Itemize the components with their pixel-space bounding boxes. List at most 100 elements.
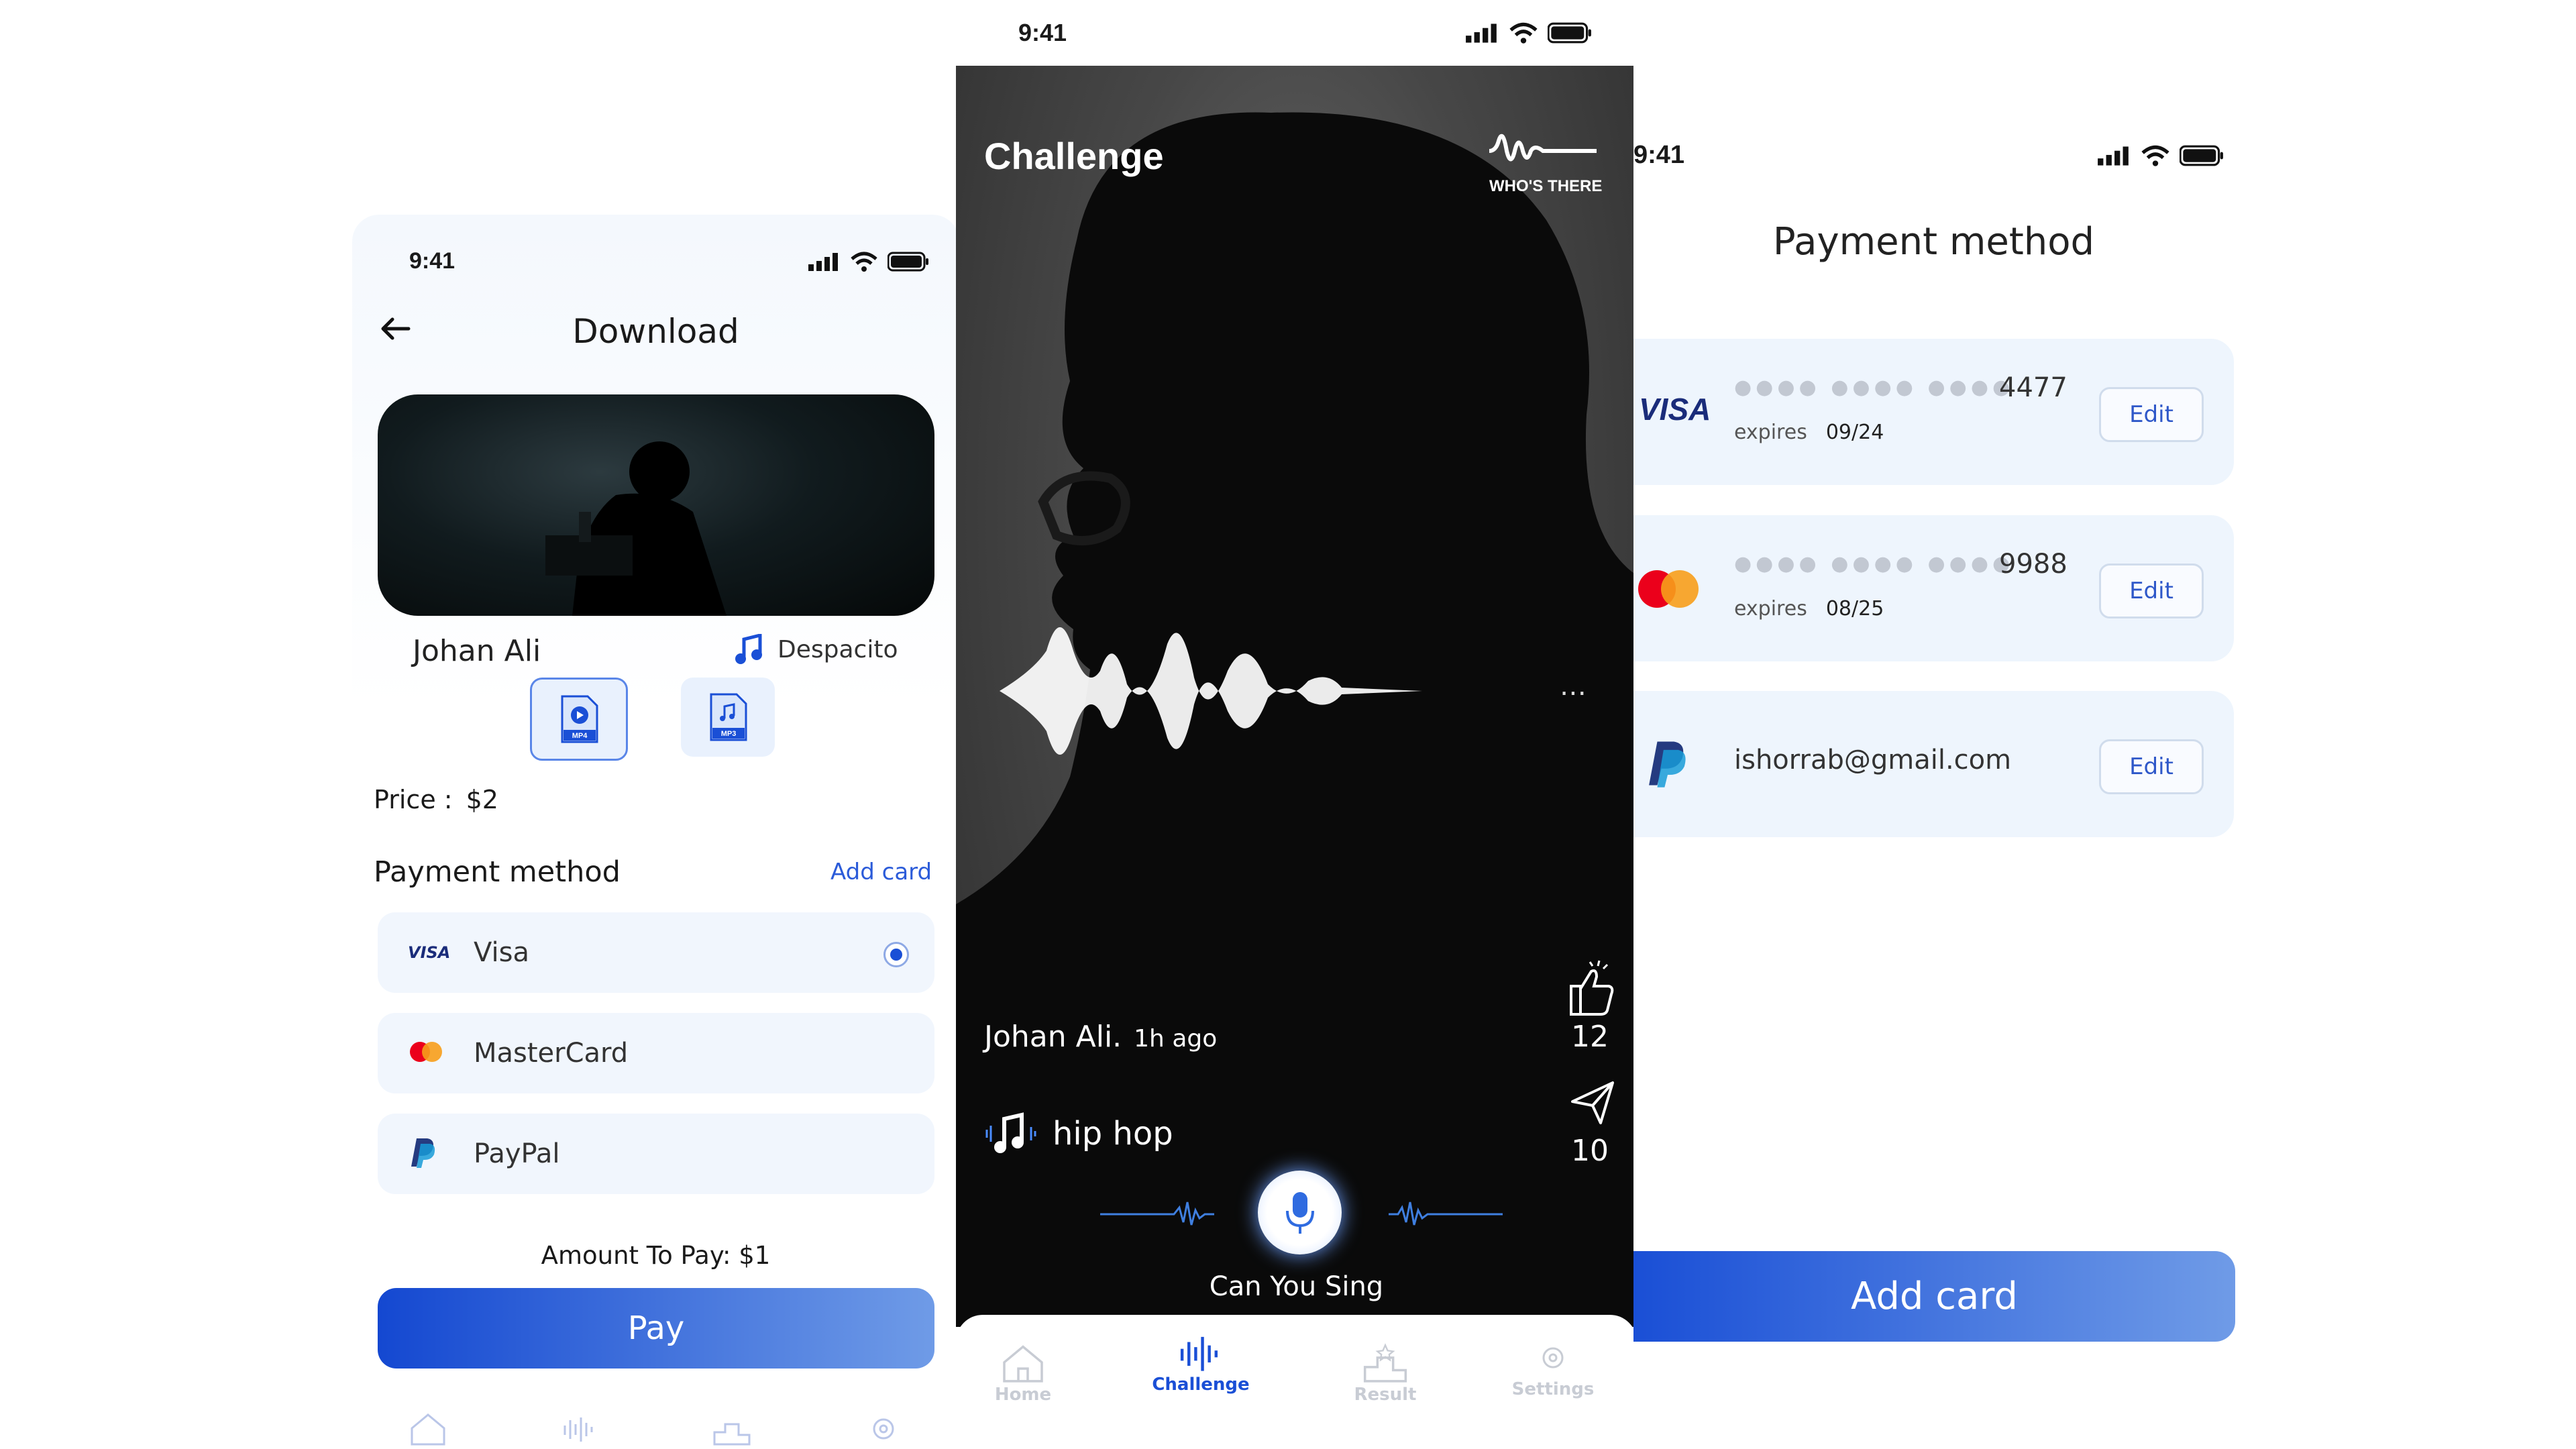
challenge-screen: 9:41 Challenge WHO'S THERE ⋯ 12 10 Johan…	[956, 0, 1637, 1449]
genre-tag: hip hop	[984, 1107, 1173, 1161]
genre-label: hip hop	[1053, 1115, 1173, 1152]
share-icon[interactable]	[1570, 1080, 1617, 1130]
payment-option-mastercard[interactable]: MasterCard	[378, 1013, 934, 1093]
nav-home-label: Home	[994, 1385, 1052, 1405]
price-label: Price :	[374, 785, 453, 814]
edit-card-button[interactable]: Edit	[2099, 564, 2204, 619]
mastercard-icon	[1637, 569, 1701, 612]
edit-card-button[interactable]: Edit	[2099, 739, 2204, 794]
payment-option-visa[interactable]: VISA Visa	[378, 912, 934, 993]
gear-icon	[1542, 1347, 1564, 1368]
paypal-email: ishorrab@gmail.com	[1734, 745, 2012, 775]
author-name: Johan Ali.	[984, 1020, 1122, 1054]
mic-caption: Can You Sing	[1209, 1271, 1384, 1302]
music-wave-icon	[985, 1112, 1036, 1153]
voice-waveform-graphic	[1000, 627, 1422, 755]
shares-count: 10	[1571, 1134, 1609, 1168]
status-bar: 9:41	[1018, 19, 1592, 47]
status-time: 9:41	[1633, 141, 1685, 169]
wifi-icon	[1509, 22, 1538, 44]
format-mp4-option[interactable]: MP4	[530, 678, 628, 761]
music-note-icon	[735, 634, 762, 664]
price-row: Price : $2	[374, 785, 498, 814]
more-dots-icon[interactable]: ⋯	[1560, 678, 1587, 708]
nav-result-label: Result	[1354, 1385, 1417, 1405]
nav-settings-label: Settings	[1511, 1379, 1595, 1399]
mp4-label: MP4	[572, 732, 588, 740]
add-card-link[interactable]: Add card	[830, 859, 932, 885]
expires-label: expires	[1734, 421, 1807, 444]
battery-icon	[888, 252, 928, 271]
nav-challenge[interactable]: Challenge	[1150, 1332, 1251, 1395]
visa-icon: VISA	[408, 943, 451, 962]
wifi-icon	[851, 252, 877, 272]
page-title: Download	[572, 312, 739, 351]
expires-label: expires	[1734, 597, 1807, 621]
song-title: Despacito	[777, 635, 898, 663]
waveform-icon[interactable]	[559, 1412, 600, 1446]
podium-icon[interactable]	[712, 1412, 752, 1446]
microphone-icon	[1285, 1191, 1314, 1234]
paypal-icon	[410, 1137, 448, 1171]
song-info: Despacito	[735, 634, 898, 665]
mp4-file-icon: MP4	[561, 695, 598, 743]
pay-button[interactable]: Pay	[378, 1288, 934, 1368]
card-expiry: expires 08/25	[1734, 597, 1884, 621]
mp3-label: MP3	[721, 730, 737, 738]
signal-icon	[1466, 23, 1497, 43]
nav-challenge-label: Challenge	[1152, 1375, 1250, 1395]
payment-option-paypal[interactable]: PayPal	[378, 1114, 934, 1194]
signal-icon	[808, 252, 838, 271]
likes-count: 12	[1571, 1020, 1609, 1054]
payment-option-label: MasterCard	[474, 1038, 629, 1069]
visa-icon: VISA	[1639, 392, 1711, 427]
saved-card-visa[interactable]: VISA ●●●● ●●●● ●●●● 4477 expires 09/24 E…	[1633, 339, 2234, 485]
paypal-icon	[1647, 739, 1688, 790]
expires-value: 08/25	[1825, 597, 1884, 621]
singer-name: Johan Ali	[413, 634, 541, 668]
whos-there-logo: WHO'S THERE	[1489, 127, 1623, 196]
status-bar: 9:41	[409, 248, 929, 274]
status-time: 9:41	[1018, 19, 1067, 46]
format-mp3-option[interactable]: MP3	[681, 678, 775, 757]
singer-silhouette-image	[545, 441, 727, 616]
logo-text: WHO'S THERE	[1489, 177, 1603, 195]
payment-option-label: Visa	[474, 937, 529, 968]
gear-icon[interactable]	[863, 1412, 904, 1446]
bottom-nav	[352, 1402, 959, 1449]
nav-result[interactable]: Result	[1345, 1342, 1426, 1405]
like-icon[interactable]	[1564, 959, 1618, 1022]
download-screen: 9:41 Download Johan Ali Despacito MP4 MP…	[352, 215, 959, 1449]
wifi-icon	[2141, 145, 2169, 166]
page-title: Payment method	[1772, 220, 2095, 264]
add-card-button[interactable]: Add card	[1633, 1251, 2235, 1342]
home-icon[interactable]	[408, 1412, 448, 1446]
card-last4: 9988	[1999, 549, 2068, 580]
video-thumbnail[interactable]	[378, 394, 934, 616]
payment-method-heading: Payment method	[374, 855, 621, 889]
payment-method-screen: 9:41 Payment method VISA ●●●● ●●●● ●●●● …	[1633, 0, 2264, 1449]
home-icon	[1003, 1345, 1043, 1383]
mp3-file-icon: MP3	[710, 693, 747, 741]
price-value: $2	[466, 785, 498, 814]
edit-card-button[interactable]: Edit	[2099, 387, 2204, 442]
nav-settings[interactable]: Settings	[1509, 1336, 1597, 1399]
saved-card-mastercard[interactable]: ●●●● ●●●● ●●●● 9988 expires 08/25 Edit	[1633, 515, 2234, 661]
status-bar: 9:41	[1633, 141, 2224, 170]
saved-card-paypal[interactable]: ishorrab@gmail.com Edit	[1633, 691, 2234, 837]
card-last4: 4477	[1999, 372, 2068, 403]
post-meta: Johan Ali. 1h ago	[984, 1020, 1217, 1054]
masked-number: ●●●● ●●●● ●●●●	[1734, 376, 2015, 399]
signal-icon	[2098, 146, 2129, 166]
bottom-nav: Home Challenge Result Settings	[956, 1315, 1637, 1449]
amount-to-pay: Amount To Pay: $1	[541, 1241, 771, 1270]
radio-selected[interactable]	[883, 942, 909, 967]
nav-home[interactable]: Home	[983, 1342, 1063, 1405]
masked-number: ●●●● ●●●● ●●●●	[1734, 552, 2015, 576]
battery-icon	[1548, 22, 1591, 44]
mic-record-button[interactable]	[1258, 1171, 1342, 1254]
battery-icon	[2180, 145, 2223, 166]
podium-icon	[1363, 1343, 1407, 1383]
payment-option-label: PayPal	[474, 1138, 560, 1169]
waveform-icon	[1180, 1336, 1218, 1371]
